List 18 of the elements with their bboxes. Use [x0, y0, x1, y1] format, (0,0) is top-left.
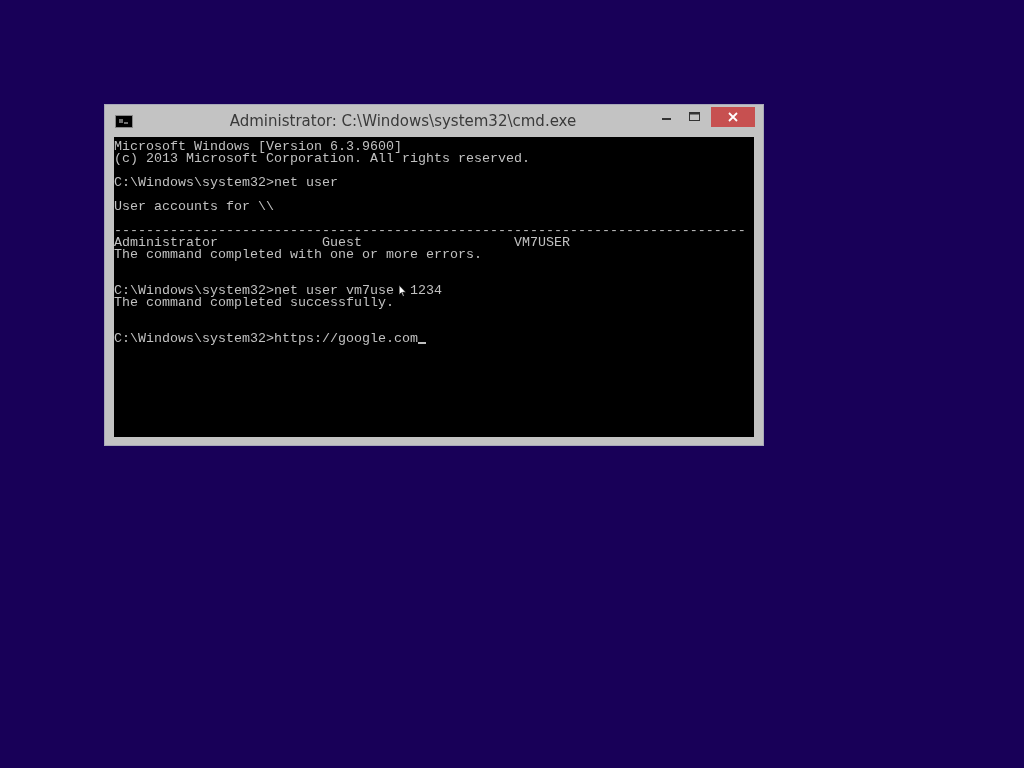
console-line: C:\Windows\system32>net user vm7use [114, 285, 394, 297]
maximize-icon [689, 112, 701, 122]
user-account-name: Administrator [114, 237, 218, 249]
console-line: 1234 [409, 285, 442, 297]
console-line: User accounts for \\ [114, 201, 274, 213]
console-line: (c) 2013 Microsoft Corporation. All rights reserved. [114, 153, 530, 165]
close-icon [728, 112, 738, 122]
user-account-name: Guest [321, 237, 363, 249]
console-line: The command completed successfully. [114, 297, 394, 309]
console-line: Microsoft Windows [Version 6.3.9600] [114, 141, 402, 153]
console-app-icon [115, 115, 133, 128]
console-line: C:\Windows\system32>https://google.com [114, 333, 418, 345]
close-button[interactable] [711, 107, 755, 127]
console-line: ------------------------------------------------------------------------------- [114, 225, 746, 237]
console-line: The command completed with one or more errors. [114, 249, 482, 261]
user-account-name: VM7USER [513, 237, 571, 249]
window-title: Administrator: C:\Windows\system32\cmd.exe [228, 112, 578, 130]
console-line: C:\Windows\system32>net user [114, 177, 338, 189]
